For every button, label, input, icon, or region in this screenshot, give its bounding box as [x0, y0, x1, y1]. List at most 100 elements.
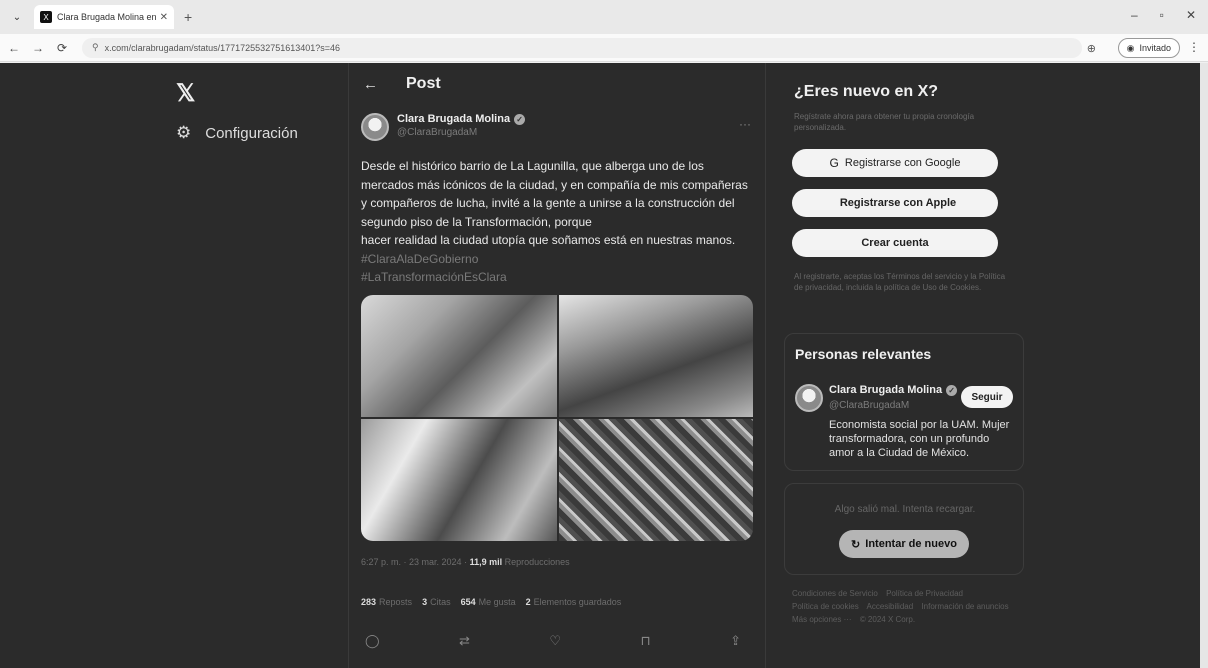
signup-title: ¿Eres nuevo en X?: [794, 83, 939, 100]
relevant-people-card: Personas relevantes Clara Brugada Molina…: [784, 333, 1024, 471]
site-info-icon[interactable]: ⚲: [92, 42, 99, 53]
bookmark-icon[interactable]: ⊓: [640, 633, 650, 649]
reload-button[interactable]: ⟳: [52, 41, 72, 55]
relevant-name: Clara Brugada Molina: [829, 384, 943, 396]
post-meta: 6:27 p. m. · 23 mar. 2024 · 11,9 mil Rep…: [361, 557, 570, 567]
url-field[interactable]: ⚲ x.com/clarabrugadam/status/17717255327…: [82, 37, 1082, 58]
relevant-handle[interactable]: @ClaraBrugadaM: [829, 400, 909, 411]
post-text-line: segundo piso de la Transformación, porqu…: [361, 214, 592, 229]
google-button-label: Registrarse con Google: [844, 157, 961, 169]
footer-links: Condiciones de Servicio Política de Priv…: [792, 587, 1018, 626]
post-column: ← Post Clara Brugada Molina ✓ @ClaraBrug…: [348, 63, 766, 668]
settings-label: Configuración: [205, 124, 298, 142]
new-tab-button[interactable]: +: [184, 9, 192, 25]
post-photo-4[interactable]: [559, 419, 753, 541]
nav-item-settings[interactable]: ⚙ Configuración: [176, 123, 298, 143]
page-title: Post: [406, 75, 441, 92]
guest-profile-button[interactable]: ◉ Invitado: [1117, 38, 1180, 58]
guest-label: Invitado: [1139, 43, 1171, 53]
post-photo-2[interactable]: [559, 295, 753, 417]
close-window-button[interactable]: ✕: [1186, 8, 1196, 22]
tab-close-icon[interactable]: ✕: [160, 12, 168, 23]
more-options-icon[interactable]: ···: [739, 117, 751, 131]
x-favicon-icon: X: [40, 11, 52, 23]
footer-link[interactable]: Condiciones de Servicio: [792, 589, 878, 598]
post-text-line: Desde el histórico barrio de La Lagunill…: [361, 159, 704, 173]
quotes-stat[interactable]: 3 Citas: [422, 597, 451, 607]
post-text-line: mercados más icónicos de la ciudad, y en…: [361, 177, 748, 192]
repost-icon[interactable]: ⇄: [459, 633, 470, 649]
retry-label: Intentar de nuevo: [865, 538, 957, 550]
forward-button[interactable]: →: [28, 41, 48, 55]
google-icon: G: [829, 156, 839, 170]
maximize-button[interactable]: ▫: [1160, 8, 1164, 22]
create-account-button[interactable]: Crear cuenta: [792, 229, 998, 257]
url-text: x.com/clarabrugadam/status/1771725532751…: [104, 42, 341, 53]
post-author: Clara Brugada Molina ✓ @ClaraBrugadaM ··…: [361, 113, 757, 141]
relevant-bio: Economista social por la UAM. Mujer tran…: [829, 419, 1010, 459]
post-media-grid: [361, 295, 753, 541]
post-timestamp[interactable]: 6:27 p. m. · 23 mar. 2024 ·: [361, 557, 467, 567]
signup-apple-button[interactable]: Registrarse con Apple: [792, 189, 998, 217]
bookmarks-stat[interactable]: 2 Elementos guardados: [526, 597, 622, 607]
footer-link[interactable]: Información de anuncios: [921, 602, 1008, 611]
gear-icon: ⚙: [176, 123, 192, 142]
footer-link[interactable]: Política de cookies: [792, 602, 859, 611]
signup-subtitle: Regístrate ahora para obtener tu propia …: [794, 112, 975, 132]
share-icon[interactable]: ⇪: [730, 633, 741, 649]
signup-google-button[interactable]: G Registrarse con Google: [792, 149, 998, 177]
zoom-icon[interactable]: ⊕: [1087, 42, 1096, 55]
avatar[interactable]: [795, 384, 823, 412]
tab-search-icon[interactable]: ⌄: [6, 6, 28, 28]
browser-tab-bar: ⌄ X Clara Brugada Molina en X: "D ✕ + – …: [0, 0, 1208, 34]
relevant-people-title: Personas relevantes: [795, 346, 932, 362]
footer-link[interactable]: Política de Privacidad: [886, 589, 963, 598]
post-text: Desde el histórico barrio de La Lagunill…: [361, 157, 757, 287]
verified-badge-icon: ✓: [514, 113, 526, 125]
likes-stat[interactable]: 654 Me gusta: [461, 597, 516, 607]
error-card: Algo salió mal. Intenta recargar. ↻ Inte…: [784, 483, 1024, 575]
create-account-label: Crear cuenta: [861, 237, 929, 249]
apple-button-label: Registrarse con Apple: [839, 197, 957, 209]
post-header: ← Post: [363, 75, 441, 93]
footer-link[interactable]: Más opciones ···: [792, 615, 852, 624]
avatar[interactable]: [361, 113, 389, 141]
browser-menu-icon[interactable]: ⋮: [1188, 40, 1200, 54]
signup-legal-text: Al registrarte, aceptas los Términos del…: [794, 272, 1006, 292]
relevant-name-row[interactable]: Clara Brugada Molina ✓: [829, 384, 958, 396]
author-name: Clara Brugada Molina: [397, 113, 511, 125]
back-arrow-icon[interactable]: ←: [363, 76, 378, 93]
hashtag-link[interactable]: #LaTransformaciónEsClara: [361, 268, 757, 287]
signup-card: ¿Eres nuevo en X? Regístrate ahora para …: [784, 63, 1024, 319]
profile-icon: ◉: [1126, 42, 1135, 53]
copyright: © 2024 X Corp.: [859, 615, 916, 624]
minimize-button[interactable]: –: [1131, 8, 1138, 22]
page-scrollbar[interactable]: [1200, 63, 1208, 668]
author-name-row[interactable]: Clara Brugada Molina ✓: [397, 113, 526, 125]
views-label: Reproducciones: [504, 557, 570, 567]
reposts-stat[interactable]: 283 Reposts: [361, 597, 412, 607]
refresh-icon: ↻: [851, 538, 861, 551]
x-logo-icon[interactable]: 𝕏: [176, 79, 195, 108]
tab-title: Clara Brugada Molina en X: "D: [57, 12, 156, 22]
post-photo-3[interactable]: [361, 419, 557, 541]
author-handle[interactable]: @ClaraBrugadaM: [397, 127, 525, 138]
browser-tab[interactable]: X Clara Brugada Molina en X: "D ✕: [34, 5, 174, 29]
footer-link[interactable]: Accesibilidad: [866, 602, 913, 611]
post-photo-1[interactable]: [361, 295, 557, 417]
hashtag-link[interactable]: #ClaraAlaDeGobierno: [361, 250, 757, 269]
post-text-line: y compañeros de lucha, invité a la gente…: [361, 196, 735, 210]
error-message: Algo salió mal. Intenta recargar.: [834, 504, 976, 515]
reply-icon[interactable]: ◯: [365, 633, 380, 649]
back-button[interactable]: ←: [4, 41, 24, 55]
like-icon[interactable]: ♡: [549, 633, 561, 649]
post-actions: ◯ ⇄ ♡ ⊓ ⇪: [365, 633, 741, 649]
follow-button[interactable]: Seguir: [961, 386, 1013, 408]
verified-badge-icon: ✓: [946, 384, 958, 396]
post-stats: 283 Reposts 3 Citas 654 Me gusta 2 Elementos…: [361, 597, 621, 607]
views-count: 11,9 mil: [469, 557, 503, 567]
retry-button[interactable]: ↻ Intentar de nuevo: [839, 530, 969, 558]
window-controls: – ▫ ✕: [1131, 8, 1196, 22]
address-bar-row: ← → ⟳ ⚲ x.com/clarabrugadam/status/17717…: [0, 34, 1208, 62]
post-text-line: hacer realidad la ciudad utopía que soña…: [361, 233, 736, 247]
